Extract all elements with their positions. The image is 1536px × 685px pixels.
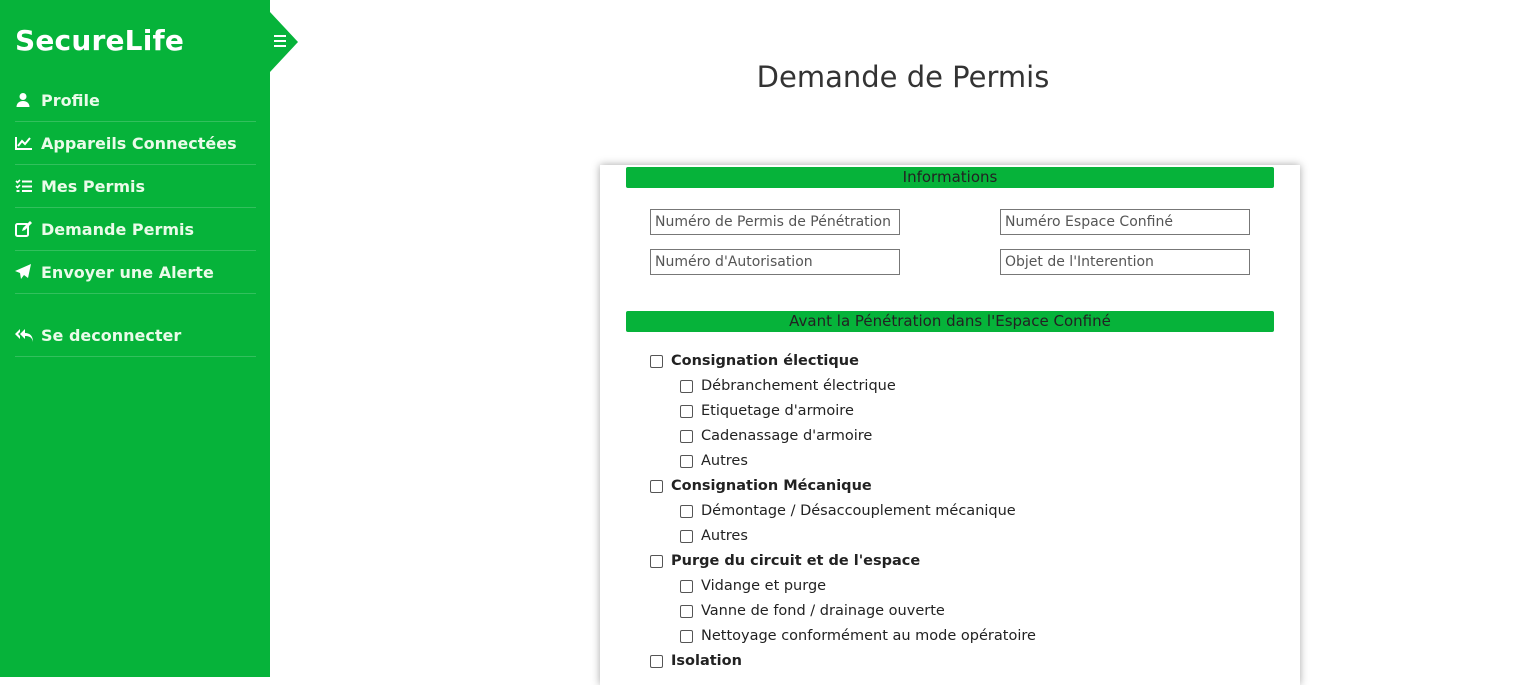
checklist-group[interactable]: Purge du circuit et de l'espace (650, 553, 920, 569)
authorization-number-field[interactable] (650, 249, 900, 275)
checklist-item[interactable]: Vidange et purge (680, 578, 826, 594)
item-label: Nettoyage conformément au mode opératoir… (701, 628, 1036, 644)
item-label: Vanne de fond / drainage ouverte (701, 603, 945, 619)
checklist-item[interactable]: Démontage / Désaccouplement mécanique (680, 503, 1016, 519)
user-icon (15, 92, 41, 108)
item-label: Autres (701, 528, 748, 544)
group-checkbox[interactable] (650, 554, 663, 568)
checklist-group[interactable]: Consignation électique (650, 353, 859, 369)
checklist-item[interactable]: Etiquetage d'armoire (680, 403, 854, 419)
group-label: Purge du circuit et de l'espace (671, 553, 921, 569)
sidebar: SecureLife Profile Appareils Connectées … (0, 0, 270, 677)
section-informations: Informations (626, 167, 1274, 188)
space-number-field[interactable] (1000, 209, 1250, 235)
checklist-item[interactable]: Vanne de fond / drainage ouverte (680, 603, 945, 619)
sidebar-item-mes-permis[interactable]: Mes Permis (15, 165, 256, 208)
sidebar-item-demande-permis[interactable]: Demande Permis (15, 208, 256, 251)
item-checkbox[interactable] (680, 579, 693, 593)
paper-plane-icon (15, 264, 41, 280)
item-label: Autres (701, 453, 748, 469)
sidebar-item-label: Appareils Connectées (41, 133, 237, 153)
sidebar-item-label: Profile (41, 90, 100, 110)
item-label: Vidange et purge (701, 578, 827, 594)
item-label: Etiquetage d'armoire (701, 403, 854, 419)
item-checkbox[interactable] (680, 629, 693, 643)
section-avant-penetration: Avant la Pénétration dans l'Espace Confi… (626, 311, 1274, 332)
group-label: Consignation électique (671, 353, 859, 369)
group-label: Consignation Mécanique (671, 478, 872, 494)
checklist-item[interactable]: Nettoyage conformément au mode opératoir… (680, 628, 1036, 644)
checklist-item[interactable]: Débranchement électrique (680, 378, 896, 394)
item-checkbox[interactable] (680, 529, 693, 543)
checklist-item[interactable]: Cadenassage d'armoire (680, 428, 872, 444)
group-label: Isolation (671, 653, 742, 669)
item-checkbox[interactable] (680, 454, 693, 468)
sidebar-item-label: Mes Permis (41, 176, 146, 196)
group-checkbox[interactable] (650, 479, 663, 493)
sidebar-item-envoyer-alerte[interactable]: Envoyer une Alerte (15, 251, 256, 294)
group-checkbox[interactable] (650, 354, 663, 368)
item-label: Débranchement électrique (701, 378, 896, 394)
sidebar-item-label: Se deconnecter (41, 325, 182, 345)
list-check-icon (15, 179, 41, 193)
item-checkbox[interactable] (680, 604, 693, 618)
menu-icon[interactable] (274, 35, 286, 47)
item-label: Cadenassage d'armoire (701, 428, 873, 444)
chart-line-icon (15, 136, 41, 150)
checklist-item[interactable]: Autres (680, 453, 748, 469)
group-checkbox[interactable] (650, 654, 663, 668)
permit-form: Informations Avant la Pénétration dans l… (600, 165, 1300, 685)
sidebar-item-profile[interactable]: Profile (15, 79, 256, 122)
sidebar-item-logout[interactable]: Se deconnecter (15, 314, 256, 357)
intervention-object-field[interactable] (1000, 249, 1250, 275)
checklist-group[interactable]: Consignation Mécanique (650, 478, 872, 494)
checklist-group[interactable]: Isolation (650, 653, 742, 669)
item-label: Démontage / Désaccouplement mécanique (701, 503, 1016, 519)
reply-all-icon (15, 328, 41, 343)
permit-number-field[interactable] (650, 209, 900, 235)
item-checkbox[interactable] (680, 504, 693, 518)
item-checkbox[interactable] (680, 379, 693, 393)
brand-logo: SecureLife (15, 24, 185, 57)
edit-icon (15, 221, 41, 237)
page-title: Demande de Permis (756, 60, 1050, 94)
sidebar-item-label: Demande Permis (41, 219, 195, 239)
sidebar-item-appareils[interactable]: Appareils Connectées (15, 122, 256, 165)
item-checkbox[interactable] (680, 404, 693, 418)
checklist-item[interactable]: Autres (680, 528, 748, 544)
sidebar-nav: Profile Appareils Connectées Mes Permis … (15, 79, 256, 357)
item-checkbox[interactable] (680, 429, 693, 443)
sidebar-item-label: Envoyer une Alerte (41, 262, 214, 282)
